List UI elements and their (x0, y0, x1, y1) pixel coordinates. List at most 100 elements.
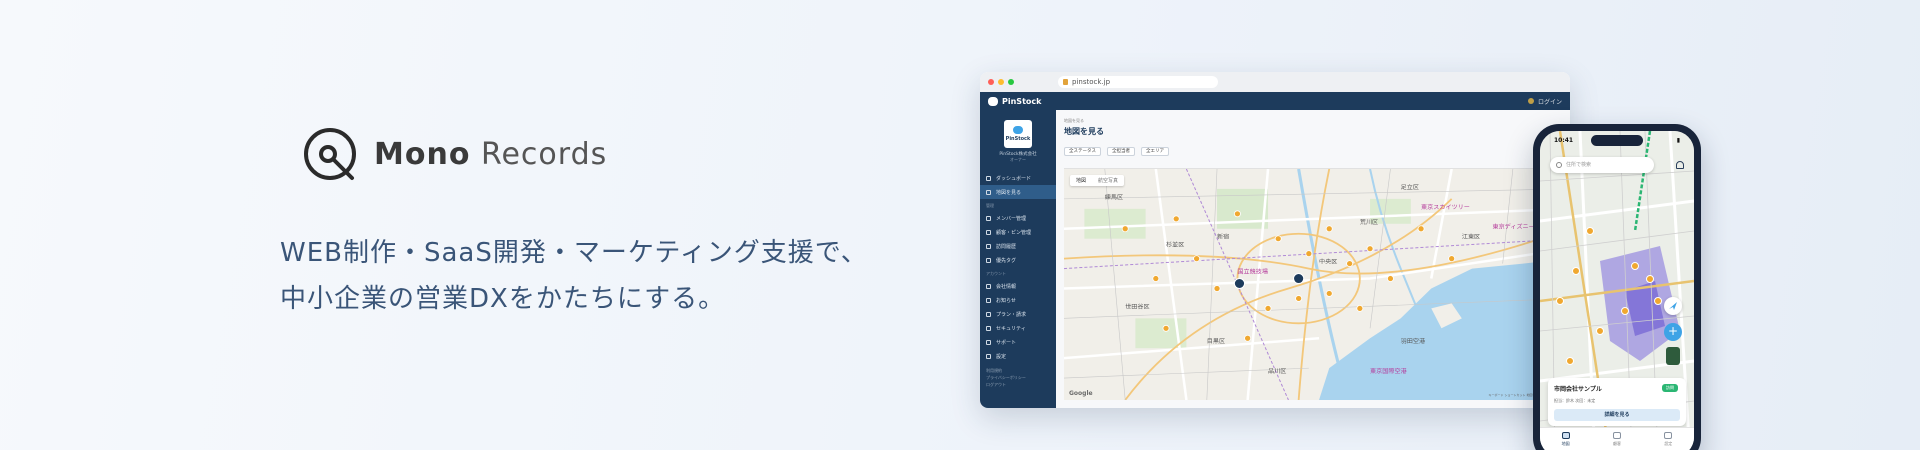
footer-link-privacy[interactable]: プライバシーポリシー (986, 374, 1050, 381)
sidebar-footer: 利用規約 プライバシーポリシー ログアウト (980, 363, 1056, 388)
map-pin[interactable] (1417, 225, 1425, 233)
map-cluster-pin[interactable] (1293, 273, 1305, 285)
map-type-toggle: 地図 航空写真 (1070, 175, 1125, 186)
map-place-label: 目黒区 (1207, 338, 1225, 345)
map-place-label: 江東区 (1462, 233, 1480, 241)
tagline-line-2: 中小企業の営業DXをかたちにする。 (280, 284, 726, 314)
map-place-label: 杉並区 (1166, 241, 1184, 249)
users-icon (986, 215, 991, 221)
navigation-arrow-icon (1669, 302, 1677, 310)
gear-icon (986, 353, 991, 359)
map-pin[interactable] (1274, 235, 1282, 243)
map-pin[interactable] (1386, 275, 1394, 282)
map-pin[interactable] (1193, 255, 1201, 262)
map-view[interactable]: 練馬区 杉並区 世田谷区 目黒区 新宿 足立区 荒川区 江東区 中央区 品川区 東京ディズニーランド… (1064, 168, 1570, 400)
map-place-label: 足立区 (1401, 183, 1419, 191)
bell-icon[interactable] (1676, 161, 1684, 169)
history-icon (986, 243, 991, 249)
status-bar: 10:41 ▮ (1554, 137, 1680, 144)
sidebar-item-dashboard[interactable]: ダッシュボード (980, 171, 1056, 185)
map-pin[interactable] (1325, 290, 1333, 297)
filter-bar: 全ステータス 全担当者 全エリア (1064, 147, 1562, 156)
user-menu[interactable]: ログイン (1527, 97, 1562, 106)
view-details-button[interactable]: 詳細を見る (1554, 409, 1680, 421)
sidebar-item-settings[interactable]: 設定 (980, 349, 1056, 363)
org-role: オーナー (1010, 157, 1026, 162)
address-bar[interactable]: pinstock.jp (1058, 76, 1218, 88)
map-place-label: 羽田空港 (1401, 337, 1425, 345)
tag-icon (986, 257, 991, 263)
phone-tab-customers[interactable]: 顧客 (1612, 432, 1621, 450)
map-place-label: 中央区 (1319, 258, 1337, 266)
app-name: PinStock (1002, 96, 1042, 106)
building-icon (986, 283, 991, 289)
filter-owner-select[interactable]: 全担当者 (1107, 147, 1135, 156)
map-place-label: 東京スカイツリー (1421, 203, 1470, 211)
tagline-line-1: WEB制作・SaaS開発・マーケティング支援で、 (280, 238, 868, 268)
map-pin[interactable] (1356, 305, 1364, 312)
map-pin[interactable] (1162, 324, 1170, 332)
map-pin[interactable] (1448, 255, 1456, 262)
map-pin[interactable] (1213, 285, 1221, 292)
map-pin[interactable] (1325, 225, 1333, 233)
map-pin[interactable] (1264, 305, 1272, 312)
layer-button[interactable] (1666, 347, 1680, 365)
main-content: 地図を見る 地図を見る 全ステータス 全担当者 全エリア 練馬区 杉並区 世田谷… (1056, 110, 1570, 408)
tagline: WEB制作・SaaS開発・マーケティング支援で、 中小企業の営業DXをかたちにす… (280, 230, 868, 322)
map-pin[interactable] (1305, 250, 1313, 258)
breadcrumb: 地図を見る (1064, 118, 1084, 123)
plus-icon: + (1667, 324, 1679, 338)
map-place-label: 東京国際空港 (1370, 367, 1407, 375)
sidebar-item-company[interactable]: 会社情報 (980, 279, 1056, 293)
sidebar-item-security[interactable]: セキュリティ (980, 321, 1056, 335)
sidebar-item-customers[interactable]: 顧客・ピン管理 (980, 225, 1056, 239)
brand-logo: Mono Records (302, 126, 607, 182)
footer-link-terms[interactable]: 利用規約 (986, 367, 1050, 374)
map-pin[interactable] (1244, 334, 1252, 342)
footer-link-logout[interactable]: ログアウト (986, 381, 1050, 388)
window-minimize-dot (998, 79, 1004, 85)
window-close-dot (988, 79, 994, 85)
map-tab-map[interactable]: 地図 (1070, 175, 1092, 186)
sidebar-item-tags[interactable]: 優先タグ (980, 253, 1056, 267)
sidebar-section-account: アカウント (986, 271, 1006, 276)
map-canvas[interactable]: 練馬区杉並区世田谷区目黒区新宿足立区荒川区江東区中央区品川区東京ディズニーランド… (1064, 169, 1570, 400)
map-pin[interactable] (1295, 295, 1303, 302)
phone-mockup: 10:41 ▮ 住所で検索 + 市岡会社サンプル 訪問 担当：鈴木 次回：未定 詳… (1533, 124, 1701, 450)
map-place-label: 世田谷区 (1125, 302, 1149, 310)
map-pin[interactable] (1233, 210, 1241, 218)
browser-chrome: pinstock.jp (980, 72, 1570, 92)
map-pin[interactable] (1152, 275, 1160, 282)
status-time: 10:41 (1554, 137, 1574, 144)
locate-button[interactable] (1664, 297, 1682, 315)
sidebar-item-news[interactable]: お知らせ (980, 293, 1056, 307)
map-icon (986, 189, 991, 195)
map-pin[interactable] (1346, 260, 1354, 267)
sidebar-item-billing[interactable]: プラン・請求 (980, 307, 1056, 321)
phone-screen: 10:41 ▮ 住所で検索 + 市岡会社サンプル 訪問 担当：鈴木 次回：未定 詳… (1540, 131, 1694, 450)
phone-search-input[interactable]: 住所で検索 (1550, 157, 1654, 173)
filter-area-select[interactable]: 全エリア (1141, 147, 1169, 156)
map-cluster-pin[interactable] (1233, 278, 1246, 289)
sidebar-item-history[interactable]: 訪問履歴 (980, 239, 1056, 253)
add-pin-button[interactable]: + (1664, 323, 1682, 341)
filter-status-select[interactable]: 全ステータス (1064, 147, 1101, 156)
chat-icon (986, 339, 991, 345)
sidebar-item-members[interactable]: メンバー管理 (980, 211, 1056, 225)
customer-card[interactable]: 市岡会社サンプル 訪問 担当：鈴木 次回：未定 詳細を見る (1548, 378, 1686, 426)
sidebar-item-map[interactable]: 地図を見る (980, 185, 1056, 199)
phone-tab-map[interactable]: 地図 (1561, 432, 1570, 450)
sidebar-item-support[interactable]: サポート (980, 335, 1056, 349)
status-badge: 訪問 (1662, 384, 1678, 392)
window-maximize-dot (1008, 79, 1014, 85)
org-logo: PinStock (1004, 120, 1032, 148)
map-place-label: 国立競技場 (1237, 268, 1268, 276)
map-pin[interactable] (1121, 225, 1129, 233)
dashboard-icon (986, 175, 991, 181)
map-pin[interactable] (1172, 215, 1180, 223)
google-logo: Google (1069, 390, 1093, 397)
phone-tab-settings[interactable]: 設定 (1664, 432, 1673, 450)
map-pin[interactable] (1366, 245, 1374, 253)
sidebar: PinStock PinStock株式会社 オーナー ダッシュボード 地図を見る… (980, 110, 1056, 408)
map-tab-satellite[interactable]: 航空写真 (1092, 175, 1124, 186)
